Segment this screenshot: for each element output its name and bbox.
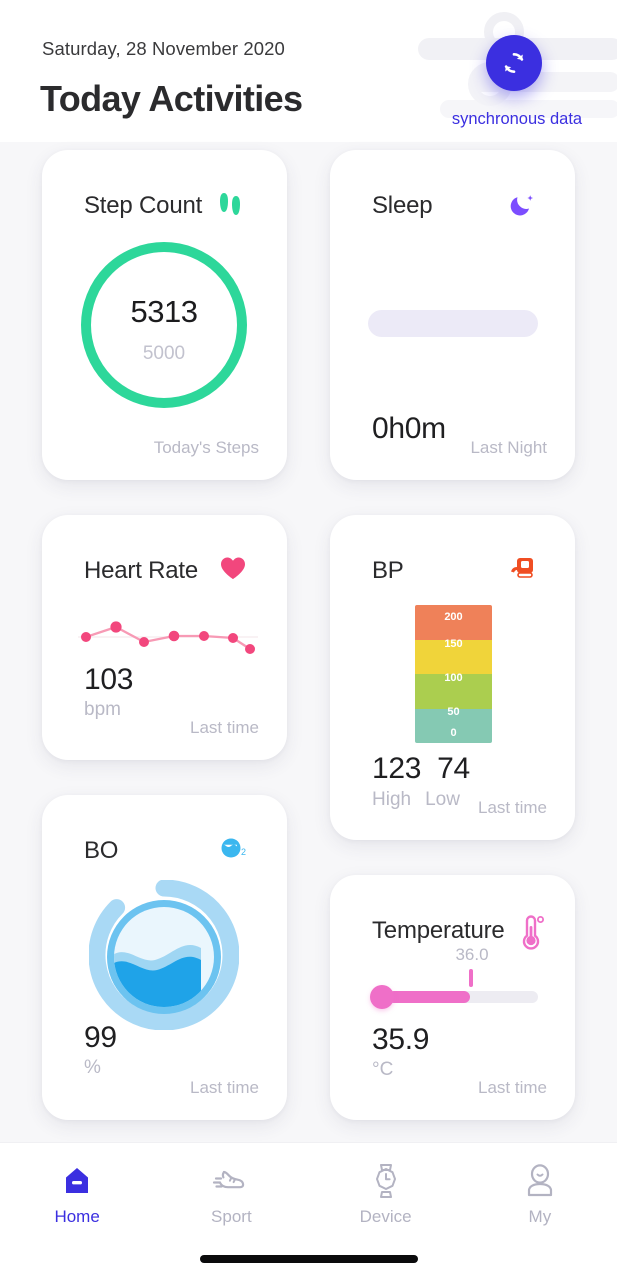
step-progress-ring: 5313 5000 xyxy=(81,242,247,408)
card-blood-oxygen[interactable]: BO 2 99 % Last time xyxy=(42,795,287,1120)
card-footer-label: Last time xyxy=(190,718,259,737)
nav-label-device: Device xyxy=(359,1207,412,1226)
svg-text:2: 2 xyxy=(241,847,246,857)
oxygen-o2-icon: 2 xyxy=(219,835,253,869)
sync-control: synchronous data xyxy=(432,35,602,135)
app-screen: Saturday, 28 November 2020 Today Activit… xyxy=(0,0,617,1280)
card-footer-label: Last time xyxy=(478,1078,547,1097)
bp-color-scale: 200 150 100 50 0 xyxy=(415,605,492,743)
blood-oxygen-water-gauge xyxy=(88,879,240,1031)
step-goal-value: 5000 xyxy=(142,343,186,364)
card-title: BO xyxy=(84,837,119,864)
card-sleep[interactable]: Sleep 0h0m Last Night xyxy=(330,150,575,480)
bp-low-value: 74 xyxy=(437,752,470,785)
card-title: Temperature xyxy=(372,917,505,944)
sleep-duration-bar xyxy=(368,310,538,337)
temperature-reference-label: 36.0 xyxy=(455,945,489,964)
bp-value-labels: High Low xyxy=(372,789,460,811)
user-profile-icon xyxy=(520,1161,560,1201)
running-shoe-icon xyxy=(211,1161,251,1201)
watch-icon xyxy=(366,1161,406,1201)
sync-label[interactable]: synchronous data xyxy=(432,110,602,129)
card-heart-rate[interactable]: Heart Rate 103 bpm Last time xyxy=(42,515,287,760)
home-indicator xyxy=(199,1255,418,1263)
blood-oxygen-unit: % xyxy=(84,1057,101,1078)
card-footer-label: Last time xyxy=(478,798,547,817)
card-title: Step Count xyxy=(84,192,203,219)
card-title: BP xyxy=(372,557,404,584)
bp-high-value: 123 xyxy=(372,752,422,785)
refresh-sync-icon xyxy=(504,53,524,73)
heart-rate-unit: bpm xyxy=(84,699,121,720)
current-date: Saturday, 28 November 2020 xyxy=(42,38,285,59)
bp-high-label: High xyxy=(372,789,412,810)
bp-tick-150: 150 xyxy=(444,638,463,650)
card-footer-label: Last time xyxy=(190,1078,259,1097)
step-count-value: 5313 xyxy=(130,294,198,329)
bp-tick-50: 50 xyxy=(447,706,460,718)
bp-tick-200: 200 xyxy=(444,611,463,623)
slider-knob[interactable] xyxy=(370,985,394,1009)
card-footer-label: Today's Steps xyxy=(153,438,259,457)
blood-oxygen-value: 99 xyxy=(84,1021,117,1054)
nav-label-sport: Sport xyxy=(211,1207,252,1226)
home-icon xyxy=(57,1161,97,1201)
page-title: Today Activities xyxy=(40,78,303,119)
temperature-slider[interactable]: 36.0 xyxy=(366,945,542,1009)
nav-label-home: Home xyxy=(54,1207,100,1226)
nav-item-sport[interactable]: Sport xyxy=(154,1161,308,1227)
moon-icon xyxy=(507,190,541,224)
card-title: Heart Rate xyxy=(84,557,199,584)
bp-tick-0: 0 xyxy=(450,727,457,739)
heart-rate-value: 103 xyxy=(84,663,134,696)
heart-rate-sparkline xyxy=(78,611,258,659)
thermometer-icon xyxy=(515,915,549,950)
bp-tick-100: 100 xyxy=(444,672,463,684)
nav-label-my: My xyxy=(528,1207,552,1226)
heart-icon xyxy=(219,555,253,589)
bp-values: 123 74 xyxy=(372,752,470,786)
card-temperature[interactable]: Temperature 36.0 35.9 °C Last time xyxy=(330,875,575,1120)
card-title: Sleep xyxy=(372,192,433,219)
sync-button[interactable] xyxy=(486,35,542,91)
header: Saturday, 28 November 2020 Today Activit… xyxy=(0,0,617,142)
temperature-unit: °C xyxy=(372,1059,394,1080)
nav-item-home[interactable]: Home xyxy=(0,1161,154,1227)
nav-item-device[interactable]: Device xyxy=(309,1161,463,1227)
cards-grid: Step Count 5313 5000 Today's Steps Sleep xyxy=(0,142,617,1142)
bottom-navigation: Home Sport Device My xyxy=(0,1142,617,1280)
temperature-value: 35.9 xyxy=(372,1023,430,1056)
slider-fill xyxy=(388,991,470,1003)
blood-pressure-monitor-icon xyxy=(507,555,541,589)
nav-item-my[interactable]: My xyxy=(463,1161,617,1227)
bp-low-label: Low xyxy=(425,789,460,810)
card-blood-pressure[interactable]: BP 200 150 100 50 0 123 74 High Low Last… xyxy=(330,515,575,840)
card-footer-label: Last Night xyxy=(470,438,547,457)
footprints-icon xyxy=(219,190,253,224)
card-step-count[interactable]: Step Count 5313 5000 Today's Steps xyxy=(42,150,287,480)
sleep-duration-value: 0h0m xyxy=(372,412,446,445)
temperature-reference-marker xyxy=(469,969,473,987)
